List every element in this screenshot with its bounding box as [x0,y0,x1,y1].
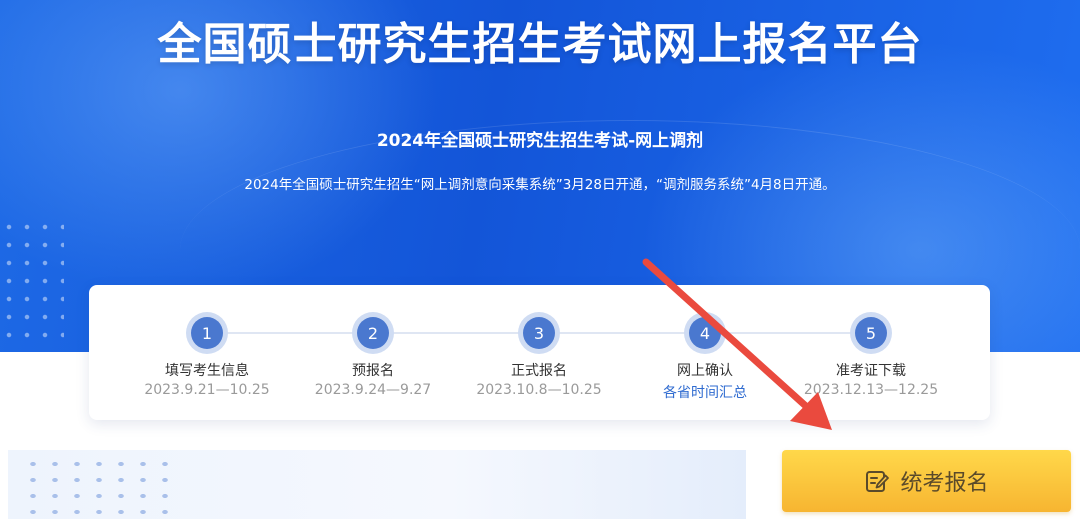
step-number-badge: 5 [850,312,892,354]
step-name: 预报名 [352,363,394,379]
exam-enroll-button[interactable]: 统考报名 [782,450,1071,512]
step-number: 3 [523,317,555,349]
hero-dots-decoration [0,218,64,338]
step-2: 2 预报名 2023.9.24—9.27 [293,312,453,398]
step-1: 1 填写考生信息 2023.9.21—10.25 [127,312,287,398]
step-name: 准考证下载 [836,363,906,379]
province-schedule-link[interactable]: 各省时间汇总 [625,382,785,402]
step-name: 网上确认 [677,363,733,379]
edit-icon [864,468,890,494]
step-number: 1 [191,317,223,349]
step-3: 3 正式报名 2023.10.8—10.25 [459,312,619,398]
step-number-badge: 2 [352,312,394,354]
step-5: 5 准考证下载 2023.12.13—12.25 [791,312,951,398]
step-name: 正式报名 [511,363,567,379]
step-number-badge: 1 [186,312,228,354]
step-date: 2023.9.24—9.27 [314,382,432,398]
page-title: 全国硕士研究生招生考试网上报名平台 [157,19,923,70]
step-name: 填写考生信息 [165,363,249,379]
info-panel [8,450,746,519]
step-number-badge: 4 [684,312,726,354]
step-date: 2023.12.13—12.25 [803,382,939,398]
process-steps-card: 1 填写考生信息 2023.9.21—10.25 2 预报名 2023.9.24… [89,285,990,420]
step-number-badge: 3 [518,312,560,354]
step-number: 5 [855,317,887,349]
step-number: 2 [357,317,389,349]
notice-text: 2024年全国硕士研究生招生“网上调剂意向采集系统”3月28日开通，“调剂服务系… [244,177,836,193]
step-date: 2023.9.21—10.25 [144,382,270,398]
step-4: 4 网上确认 各省时间汇总 [625,312,785,402]
step-date: 2023.10.8—10.25 [476,382,602,398]
step-number: 4 [689,317,721,349]
enroll-button-label: 统考报名 [900,471,989,496]
panel-dots-decoration [22,456,172,516]
page-subtitle: 2024年全国硕士研究生招生考试-网上调剂 [376,131,704,151]
